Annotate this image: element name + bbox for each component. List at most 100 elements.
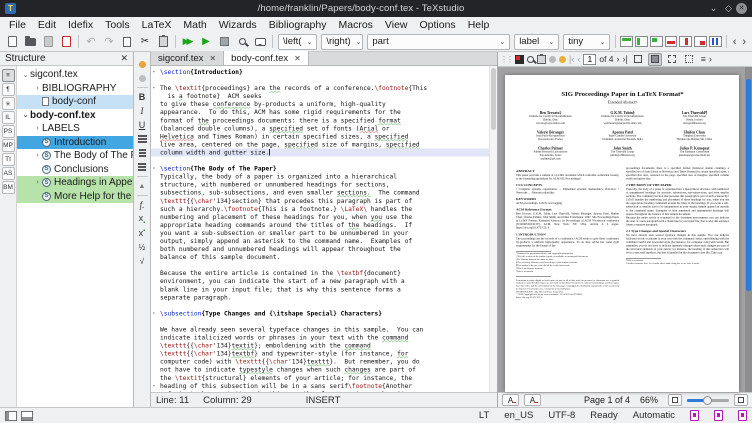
asymptote-tab-icon[interactable]: AS — [2, 167, 15, 180]
tab-body-conf-tex[interactable]: body-conf.tex✕ — [224, 51, 309, 65]
previous-page-icon[interactable]: ‹ — [577, 54, 580, 64]
tree-item-conclusions[interactable]: SConclusions — [17, 163, 133, 177]
line-ending-mode[interactable]: Automatic — [633, 410, 675, 421]
code-line[interactable]: balance of this sample document. — [151, 253, 496, 261]
bookmark-disabled-icon[interactable] — [135, 72, 150, 85]
fold-marker-icon[interactable]: ▾ — [153, 165, 156, 173]
right-bracket-dropdown[interactable]: \right)⌄ — [321, 34, 363, 50]
code-line[interactable]: appropriate heading commands around the … — [151, 221, 496, 229]
decrease-font-button[interactable]: A — [502, 394, 519, 406]
code-line[interactable]: live area, centered on the page, specifi… — [151, 140, 496, 148]
menu-help[interactable]: Help — [462, 19, 496, 31]
menu-macros[interactable]: Macros — [332, 19, 378, 31]
underline-icon[interactable]: U — [135, 119, 150, 132]
code-line[interactable]: both numbered and unnumbered headings wi… — [151, 245, 496, 253]
paste-button[interactable] — [154, 33, 172, 50]
fit-page-button[interactable] — [665, 53, 679, 66]
redo-button[interactable]: ↷ — [100, 33, 118, 50]
close-tab-icon[interactable]: ✕ — [294, 54, 301, 63]
code-line[interactable] — [151, 261, 496, 269]
menu-file[interactable]: File — [3, 19, 32, 31]
page-number-input[interactable] — [583, 54, 596, 65]
code-line[interactable]: ▾\section{The Body of The Paper} — [151, 165, 496, 173]
collapse-icon[interactable]: ▲ — [135, 180, 150, 193]
align-left-icon[interactable] — [135, 133, 150, 146]
view-pdf-button[interactable] — [233, 33, 251, 50]
recompile-icon[interactable] — [515, 55, 524, 64]
first-page-icon[interactable]: |‹ — [569, 54, 574, 64]
code-line[interactable]: you want a sub-subsection or smaller par… — [151, 229, 496, 237]
table-remove-cell-icon[interactable] — [694, 36, 707, 47]
metapost-tab-icon[interactable]: MP — [2, 139, 15, 152]
menu-bibliography[interactable]: Bibliography — [263, 19, 333, 31]
tree-item-more-help-for-the-hardy[interactable]: SMore Help for the Hardy — [17, 190, 133, 204]
tree-item-the-body-of-the-paper[interactable]: ›SThe Body of The Paper — [17, 149, 133, 163]
code-line[interactable]: to give these conference by-products a u… — [151, 100, 496, 108]
open-file-button[interactable] — [21, 33, 39, 50]
fold-marker-icon[interactable]: ▾ — [153, 84, 156, 92]
menu-latex[interactable]: LaTeX — [136, 19, 178, 31]
code-line[interactable]: column width and gutter size. — [151, 148, 496, 156]
menu-wizards[interactable]: Wizards — [213, 19, 263, 31]
save-button[interactable] — [39, 33, 57, 50]
menu-edit[interactable]: Edit — [32, 19, 62, 31]
stop-button[interactable] — [215, 33, 233, 50]
toggle-messages-icon[interactable] — [21, 411, 33, 421]
fraction-icon[interactable]: ½ — [135, 241, 150, 254]
tree-item-labels[interactable]: ›LABELS — [17, 122, 133, 136]
code-editor[interactable]: ▾\section{Introduction} ▾The \textit{proc… — [151, 66, 497, 392]
fold-marker-icon[interactable]: ▾ — [153, 309, 156, 317]
code-line[interactable]: \texttt{{\char'134}textbf} and typewrite… — [151, 350, 496, 358]
fit-text-button[interactable] — [682, 53, 696, 66]
menu-view[interactable]: View — [379, 19, 414, 31]
table-add-cell-icon[interactable] — [650, 36, 663, 47]
code-line[interactable]: the \textit{structural} elements of your… — [151, 374, 496, 382]
table-remove-row-icon[interactable] — [665, 36, 678, 47]
build-and-view-button[interactable]: ▶▶ — [179, 33, 197, 50]
code-line[interactable]: ▾The \textit{proceedings} are the record… — [151, 84, 496, 92]
tree-item-body-conf-tex[interactable]: ⌄body-conf.tex — [17, 109, 133, 123]
tree-item-sigconf-tex[interactable]: ⌄sigconf.tex — [17, 68, 133, 82]
pdf-page-area[interactable]: SIG Proceedings Paper in LaTeX Format*Ex… — [498, 67, 752, 392]
splitter-handle[interactable]: ⋮⋮ — [500, 55, 512, 64]
editor-scrollbar[interactable] — [489, 66, 497, 392]
toggle-sidebar-icon[interactable] — [5, 411, 17, 421]
minimize-icon[interactable]: ⌄ — [706, 3, 721, 14]
code-line[interactable]: Typically, the body of a paper is organi… — [151, 173, 496, 181]
code-line[interactable]: Helvetica and Times Roman) in certain sp… — [151, 132, 496, 140]
pstricks-tab-icon[interactable]: PS — [2, 125, 15, 138]
code-line[interactable]: such a hierarchy.\footnote{This is a foo… — [151, 205, 496, 213]
magenta-marker-icon-3[interactable] — [738, 410, 747, 421]
font-size-dropdown[interactable]: tiny⌄ — [563, 34, 610, 50]
expander-icon[interactable]: › — [33, 152, 42, 159]
code-line[interactable]: separate paragraph. — [151, 293, 496, 301]
tree-item-bibliography[interactable]: ›BIBLIOGRAPHY — [17, 82, 133, 96]
ready-status[interactable]: Ready — [590, 410, 617, 421]
last-page-icon[interactable]: ›| — [623, 54, 628, 64]
encoding[interactable]: UTF-8 — [548, 410, 575, 421]
code-line[interactable]: structure, with numbered or unnumbered h… — [151, 181, 496, 189]
menu-tools[interactable]: Tools — [99, 19, 136, 31]
pdf-scrollbar[interactable] — [745, 67, 752, 392]
dictionary-language[interactable]: en_US — [504, 410, 533, 421]
code-line[interactable]: format of the proceedings documents: the… — [151, 116, 496, 124]
code-line[interactable]: ▾\section{Introduction} — [151, 68, 496, 76]
tree-item-introduction[interactable]: SIntroduction — [17, 136, 133, 150]
code-line[interactable]: We have already seen several typeface ch… — [151, 326, 496, 334]
magenta-marker-icon-1[interactable] — [690, 410, 699, 421]
code-line[interactable] — [151, 157, 496, 165]
table-add-column-icon[interactable] — [635, 36, 648, 47]
code-line[interactable]: ▾\subsection{Type Changes and {\itshape … — [151, 309, 496, 317]
table-add-row-icon[interactable] — [620, 36, 633, 47]
code-line[interactable]: footnote here. Let's make this a rather … — [151, 390, 496, 392]
copy-button[interactable] — [118, 33, 136, 50]
fold-marker-icon[interactable]: ▾ — [153, 382, 156, 390]
superscript-icon[interactable]: x▪ — [135, 227, 150, 240]
code-line[interactable]: indicate italicized words or phrases in … — [151, 334, 496, 342]
expander-icon[interactable]: › — [33, 179, 42, 186]
sync-disabled-icon[interactable] — [549, 56, 556, 63]
languagetool-indicator[interactable]: LT — [479, 410, 489, 421]
code-line[interactable]: environment, you can indicate the start … — [151, 277, 496, 285]
subscript-icon[interactable]: x▪ — [135, 213, 150, 226]
code-line[interactable]: output, simply append an asterisk to the… — [151, 237, 496, 245]
